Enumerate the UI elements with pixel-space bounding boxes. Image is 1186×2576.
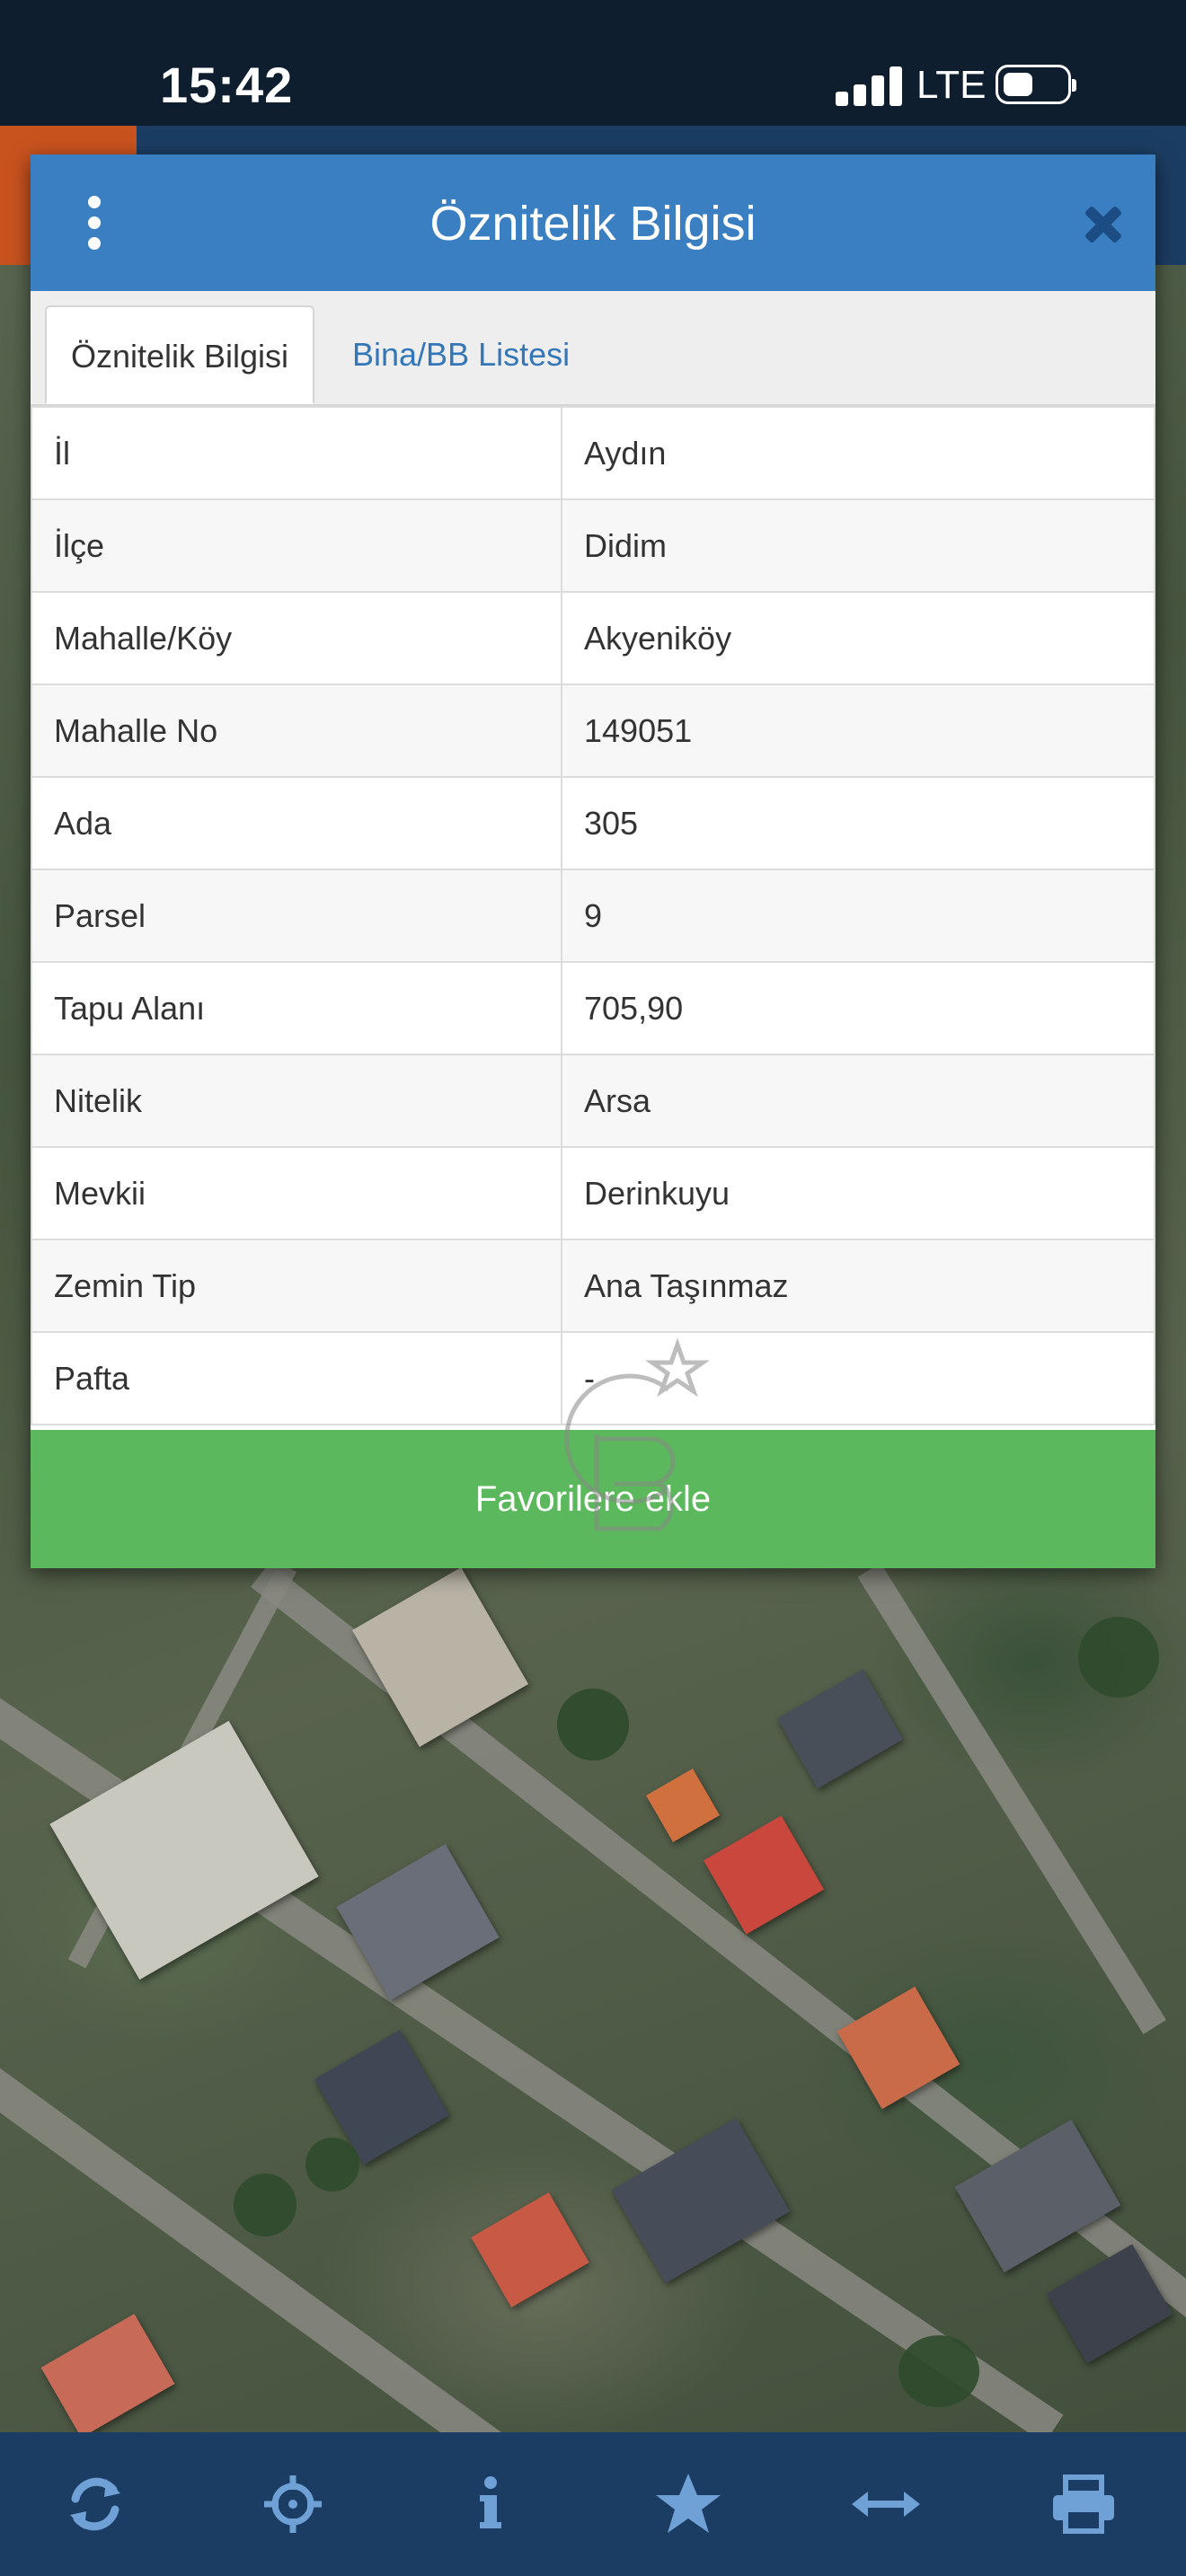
map-tree xyxy=(1078,1617,1159,1698)
map-tree xyxy=(898,2335,979,2407)
attribute-key: Mevkii xyxy=(31,1146,562,1240)
print-icon[interactable] xyxy=(1048,2468,1120,2540)
crosshair-icon[interactable] xyxy=(257,2468,329,2540)
star-icon[interactable] xyxy=(652,2468,724,2540)
attribute-key: İlçe xyxy=(31,498,562,593)
map-house xyxy=(646,1769,720,1842)
map-house xyxy=(471,2192,589,2307)
map-tree xyxy=(557,1689,629,1760)
attribute-key: Parsel xyxy=(31,869,562,963)
battery-icon xyxy=(996,65,1076,104)
add-to-favorites-button[interactable]: Favorilere ekle xyxy=(31,1430,1155,1568)
bottom-toolbar xyxy=(0,2432,1186,2576)
map-house xyxy=(776,1669,904,1789)
modal-tabs: Öznitelik Bilgisi Bina/BB Listesi xyxy=(31,291,1155,406)
attribute-value: Ana Taşınmaz xyxy=(561,1239,1155,1333)
attribute-value: Akyeniköy xyxy=(561,591,1155,685)
map-house xyxy=(40,2314,175,2438)
attribute-key: Tapu Alanı xyxy=(31,961,562,1055)
table-row: Mahalle/Köy Akyeniköy xyxy=(31,591,1155,685)
attribute-value: Didim xyxy=(561,498,1155,593)
attribute-key: İl xyxy=(31,406,562,500)
table-row: Parsel 9 xyxy=(31,869,1155,963)
map-house xyxy=(351,1567,529,1747)
map-tree xyxy=(234,2174,296,2236)
network-type: LTE xyxy=(916,63,987,107)
tab-building-list[interactable]: Bina/BB Listesi xyxy=(331,305,591,404)
attribute-value: Derinkuyu xyxy=(561,1146,1155,1240)
attribute-value: Aydın xyxy=(561,406,1155,500)
measure-arrows-icon[interactable] xyxy=(850,2468,922,2540)
status-time: 15:42 xyxy=(160,57,294,113)
info-icon[interactable] xyxy=(455,2468,527,2540)
attribute-key: Mahalle No xyxy=(31,684,562,778)
attribute-key: Pafta xyxy=(31,1331,562,1425)
modal-title: Öznitelik Bilgisi xyxy=(429,197,757,251)
attribute-key: Nitelik xyxy=(31,1054,562,1148)
attribute-value: 9 xyxy=(561,869,1155,963)
attribute-info-modal: Öznitelik Bilgisi Öznitelik Bilgisi Bina… xyxy=(31,154,1155,1568)
attribute-value: 149051 xyxy=(561,684,1155,778)
tab-attribute-info[interactable]: Öznitelik Bilgisi xyxy=(45,305,314,404)
table-row: Zemin Tip Ana Taşınmaz xyxy=(31,1239,1155,1333)
attribute-value: - xyxy=(561,1331,1155,1425)
table-row: İlçe Didim xyxy=(31,498,1155,593)
table-row: Nitelik Arsa xyxy=(31,1054,1155,1148)
signal-icon xyxy=(836,65,907,106)
table-row: Ada 305 xyxy=(31,776,1155,870)
table-row: Mevkii Derinkuyu xyxy=(31,1146,1155,1240)
close-icon[interactable] xyxy=(1078,199,1128,250)
attribute-value: 305 xyxy=(561,776,1155,870)
table-row: Tapu Alanı 705,90 xyxy=(31,961,1155,1055)
table-row: Mahalle No 149051 xyxy=(31,684,1155,778)
attribute-value: 705,90 xyxy=(561,961,1155,1055)
attribute-key: Mahalle/Köy xyxy=(31,591,562,685)
table-row: Pafta - xyxy=(31,1331,1155,1425)
status-bar: 15:42 LTE xyxy=(0,0,1186,126)
attribute-key: Ada xyxy=(31,776,562,870)
table-row: İl Aydın xyxy=(31,406,1155,500)
refresh-icon[interactable] xyxy=(59,2468,131,2540)
modal-header: Öznitelik Bilgisi xyxy=(31,154,1155,291)
attribute-key: Zemin Tip xyxy=(31,1239,562,1333)
attribute-table: İl Aydın İlçe Didim Mahalle/Köy Akyeniköy M… xyxy=(31,406,1155,1425)
attribute-value: Arsa xyxy=(561,1054,1155,1148)
map-tree xyxy=(305,2138,359,2192)
